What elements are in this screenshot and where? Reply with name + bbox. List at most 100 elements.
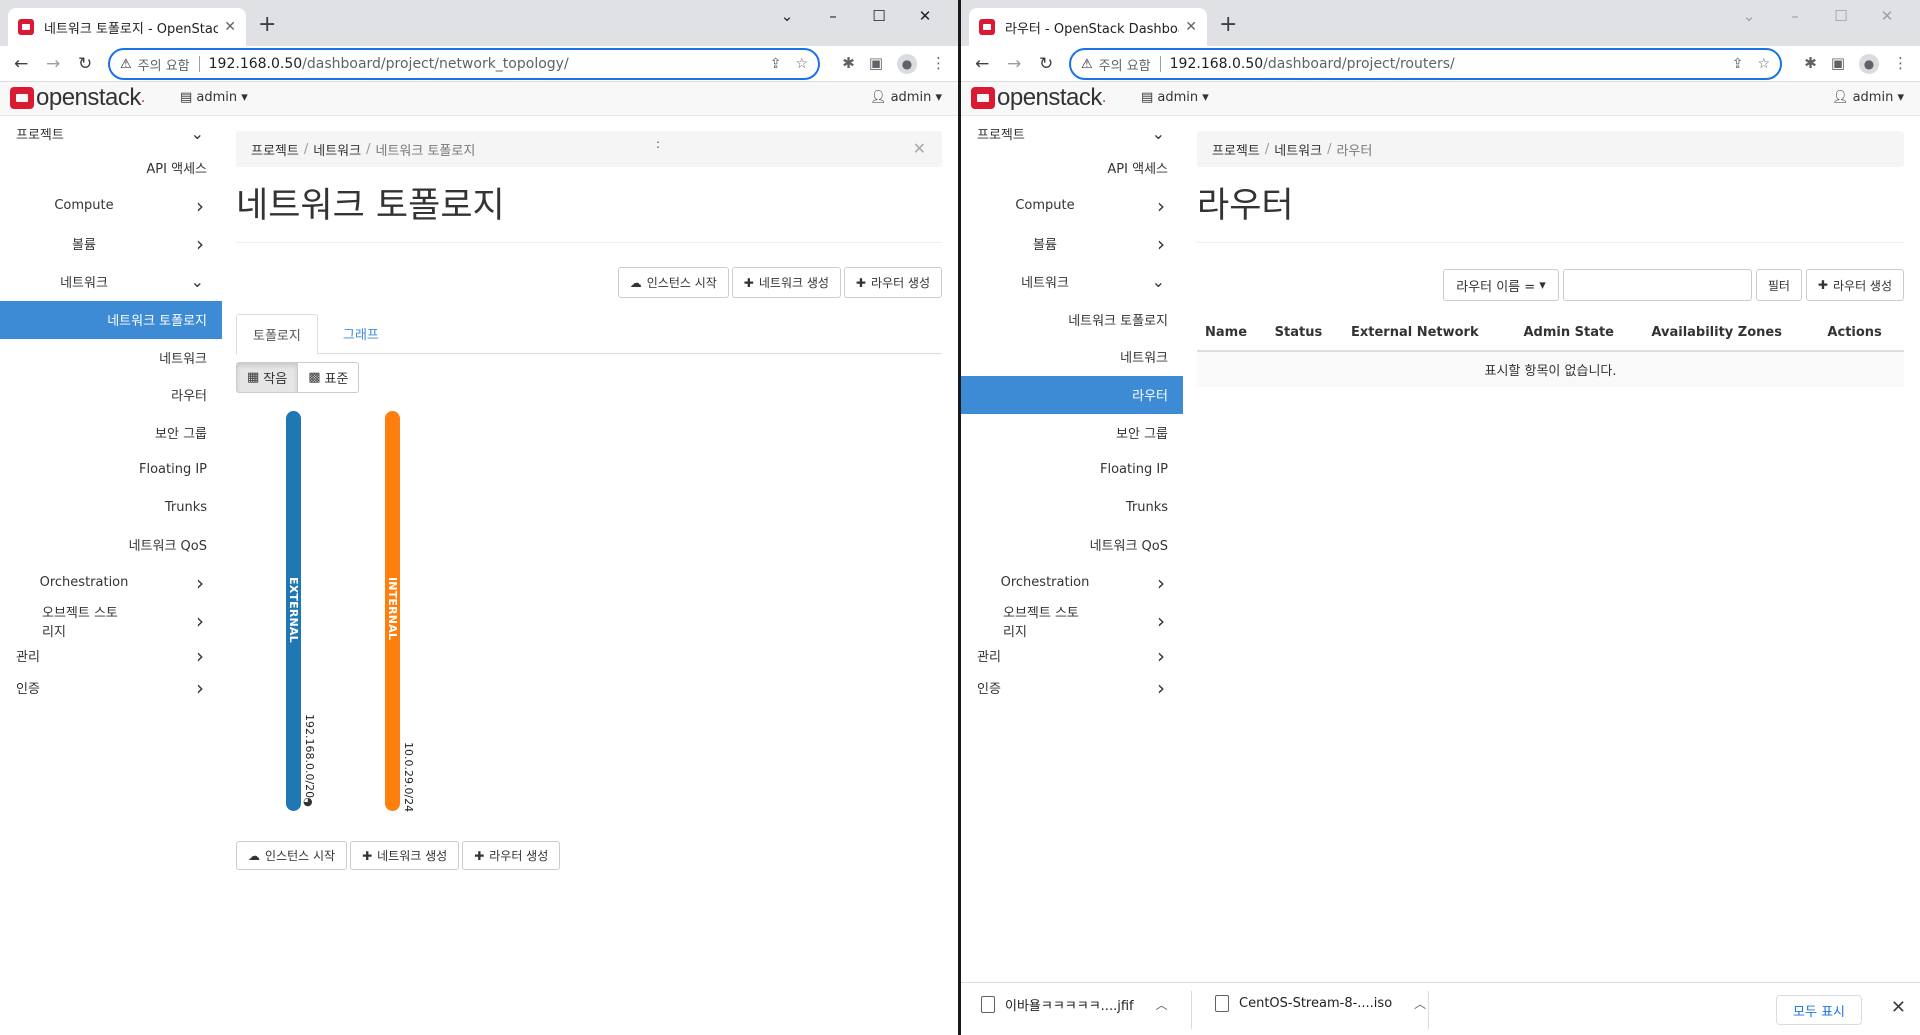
new-tab-icon[interactable]: + [258, 12, 276, 38]
profile-avatar-icon[interactable]: ● [1859, 54, 1879, 74]
sidebar-item[interactable]: Floating IP [0, 451, 222, 489]
browser-tab[interactable]: 네트워크 토폴로지 - OpenStack ✕ [8, 8, 246, 46]
close-icon[interactable]: ✕ [913, 139, 926, 158]
new-tab-icon[interactable]: + [1219, 12, 1237, 38]
sidebar-item[interactable]: Compute › [0, 187, 222, 225]
forward-icon[interactable]: → [46, 54, 60, 74]
sidebar-item[interactable]: 관리 › [0, 640, 222, 672]
launch-instance-button[interactable]: ☁ 인스턴스 시작 [236, 841, 348, 870]
download-item[interactable]: 이바욜ㅋㅋㅋㅋㅋ....jfif ︿ [981, 995, 1168, 1014]
back-icon[interactable]: ← [14, 54, 28, 74]
extensions-icon[interactable]: ✱ [1804, 54, 1817, 74]
sidebar-item[interactable]: 오브젝트 스토리지 › [961, 602, 1183, 640]
sidebar-item[interactable]: 네트워크 QoS [961, 526, 1183, 564]
sidebar-item[interactable]: 프로젝트 ⌄ [961, 117, 1183, 149]
sidebar-item[interactable]: 오브젝트 스토리지 › [0, 602, 222, 640]
address-bar[interactable]: ⚠ 주의 요함 192.168.0.50 /dashboard/project/… [108, 48, 820, 80]
toggle-small[interactable]: ▦ 작음 [236, 362, 299, 393]
sidebar-item[interactable]: 볼륨 › [961, 225, 1183, 263]
sidebar-item[interactable]: Trunks [0, 489, 222, 527]
more-menu-icon[interactable]: ⋮ [931, 54, 946, 74]
filter-input[interactable] [1562, 269, 1752, 301]
dropdown-chevron-icon[interactable]: ⌄ [764, 6, 810, 26]
column-header[interactable]: External Network [1342, 315, 1516, 352]
sidebar-item[interactable]: 네트워크 [0, 339, 222, 377]
sidebar-item[interactable]: 라우터 [961, 375, 1183, 414]
sidebar-item[interactable]: 라우터 [0, 376, 222, 414]
close-icon[interactable]: ✕ [1891, 997, 1906, 1018]
breadcrumb-item[interactable]: 프로젝트 [251, 140, 299, 159]
breadcrumb-item[interactable]: 프로젝트 [1212, 140, 1260, 159]
user-menu[interactable]: 👤︎ admin ▾ [1832, 90, 1904, 105]
create-router-button[interactable]: ✚ 라우터 생성 [1805, 269, 1904, 301]
back-icon[interactable]: ← [975, 54, 989, 74]
reload-icon[interactable]: ↻ [1039, 54, 1053, 74]
toggle-normal[interactable]: ▩ 표준 [298, 362, 360, 393]
user-menu[interactable]: 👤︎ admin ▾ [870, 90, 942, 105]
minimize-icon[interactable]: – [810, 6, 856, 26]
create-network-button[interactable]: ✚ 네트워크 생성 [350, 841, 460, 870]
show-all-button[interactable]: 모두 표시 [1776, 995, 1862, 1025]
profile-avatar-icon[interactable]: ● [897, 54, 917, 74]
breadcrumb-item[interactable]: 네트워크 [1274, 140, 1322, 159]
sidebar-item[interactable]: Floating IP [961, 451, 1183, 489]
sidebar-item[interactable]: 볼륨 › [0, 225, 222, 263]
breadcrumb-item[interactable]: 네트워크 [313, 140, 361, 159]
close-tab-icon[interactable]: ✕ [1185, 19, 1197, 35]
minimize-icon[interactable]: – [1772, 6, 1818, 26]
maximize-icon[interactable]: ☐ [1818, 6, 1864, 26]
sidebar-item[interactable]: 네트워크 [961, 338, 1183, 376]
column-header[interactable]: Name [1197, 315, 1267, 352]
openstack-logo[interactable]: openstack. [971, 84, 1106, 112]
maximize-icon[interactable]: ☐ [856, 6, 902, 26]
openstack-logo[interactable]: openstack. [10, 84, 145, 112]
sidebar-item[interactable]: Orchestration › [961, 564, 1183, 602]
sidebar-item[interactable]: 인증 › [0, 672, 222, 704]
side-panel-icon[interactable]: ▣ [869, 54, 883, 74]
tab-topology[interactable]: 토폴로지 [236, 314, 318, 355]
close-window-icon[interactable]: ✕ [902, 6, 948, 26]
bookmark-star-icon[interactable]: ☆ [1757, 56, 1770, 72]
column-header[interactable]: Availability Zones [1643, 315, 1820, 352]
bookmark-star-icon[interactable]: ☆ [795, 56, 808, 72]
download-item[interactable]: CentOS-Stream-8-....iso ︿ [1215, 995, 1426, 1012]
filter-button[interactable]: 필터 [1755, 269, 1802, 301]
sidebar-item[interactable]: 네트워크 ⌄ [0, 263, 222, 301]
close-window-icon[interactable]: ✕ [1864, 6, 1910, 26]
share-icon[interactable]: ⇪ [1732, 56, 1744, 72]
column-header[interactable]: Status [1266, 315, 1343, 352]
sidebar-item[interactable]: 보안 그룹 [0, 414, 222, 452]
create-router-button[interactable]: ✚ 라우터 생성 [843, 267, 942, 298]
share-icon[interactable]: ⇪ [770, 56, 782, 72]
project-menu[interactable]: ▤ admin ▾ [180, 90, 248, 105]
create-network-button[interactable]: ✚ 네트워크 생성 [731, 267, 841, 298]
extensions-icon[interactable]: ✱ [842, 54, 855, 74]
create-router-button[interactable]: ✚ 라우터 생성 [462, 841, 561, 870]
reload-icon[interactable]: ↻ [78, 54, 92, 74]
chevron-up-icon[interactable]: ︿ [1414, 995, 1426, 1012]
sidebar-item[interactable]: API 액세스 [0, 149, 222, 187]
chevron-up-icon[interactable]: ︿ [1156, 996, 1168, 1013]
dropdown-chevron-icon[interactable]: ⌄ [1726, 6, 1772, 26]
project-menu[interactable]: ▤ admin ▾ [1141, 90, 1209, 105]
sidebar-item[interactable]: API 액세스 [961, 149, 1183, 187]
sidebar-item[interactable]: 관리 › [961, 640, 1183, 672]
close-tab-icon[interactable]: ✕ [224, 19, 236, 35]
sidebar-item[interactable]: 네트워크 QoS [0, 526, 222, 564]
more-menu-icon[interactable]: ⋮ [1893, 54, 1908, 74]
sidebar-item[interactable]: Compute › [961, 187, 1183, 225]
side-panel-icon[interactable]: ▣ [1831, 54, 1845, 74]
sidebar-item[interactable]: 네트워크 토폴로지 [961, 301, 1183, 339]
tab-graph[interactable]: 그래프 [327, 314, 395, 355]
filter-field-select[interactable]: 라우터 이름 = ▾ [1443, 269, 1559, 301]
sidebar-item[interactable]: Trunks [961, 489, 1183, 527]
forward-icon[interactable]: → [1007, 54, 1021, 74]
address-bar[interactable]: ⚠ 주의 요함 192.168.0.50 /dashboard/project/… [1069, 48, 1782, 80]
sidebar-item[interactable]: 네트워크 토폴로지 [0, 300, 222, 339]
column-header[interactable]: Admin State [1515, 315, 1644, 352]
sidebar-item[interactable]: 프로젝트 ⌄ [0, 117, 222, 149]
sidebar-item[interactable]: 인증 › [961, 672, 1183, 704]
sidebar-item[interactable]: Orchestration › [0, 564, 222, 602]
sidebar-item[interactable]: 보안 그룹 [961, 414, 1183, 452]
sidebar-item[interactable]: 네트워크 ⌄ [961, 263, 1183, 301]
